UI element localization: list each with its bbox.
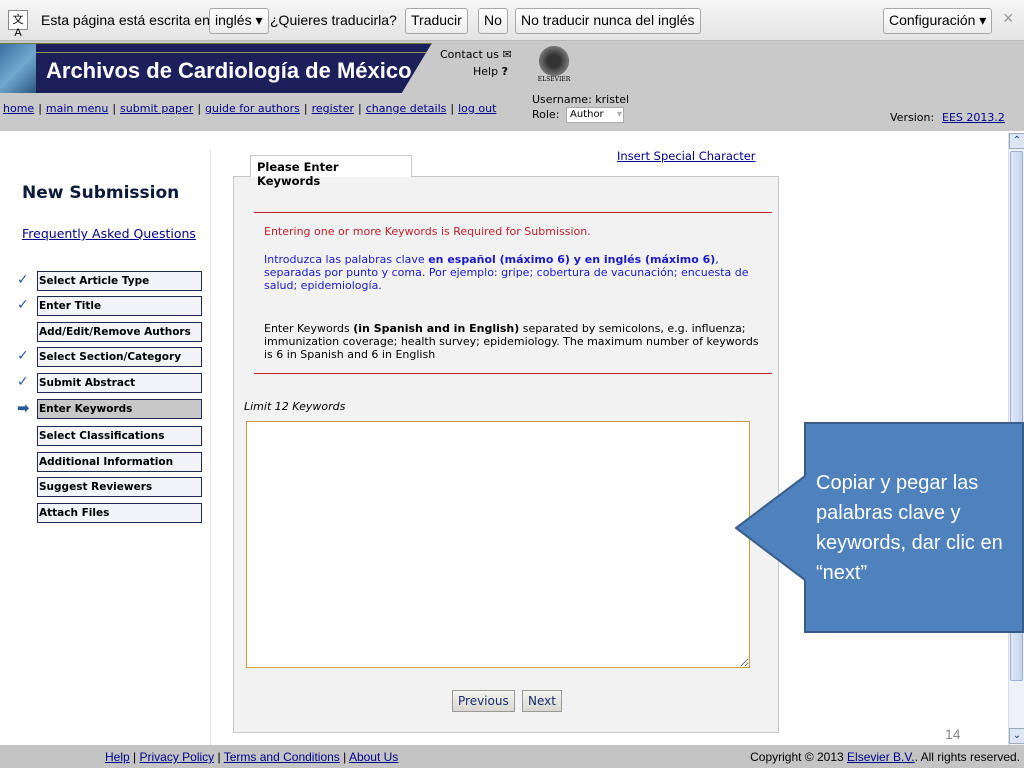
step-authors[interactable]: Add/Edit/Remove Authors xyxy=(37,322,202,342)
mail-icon: ✉ xyxy=(502,48,512,61)
footer: Help | Privacy Policy | Terms and Condit… xyxy=(0,745,1024,768)
divider xyxy=(254,212,772,213)
instructions-spanish: Introduzca las palabras clave en español… xyxy=(264,253,749,292)
role-label: Role: xyxy=(532,108,560,121)
instructions-english: Enter Keywords (in Spanish and in Englis… xyxy=(264,322,759,361)
journal-banner: Archivos de Cardiología de México xyxy=(0,43,432,93)
footer-privacy-link[interactable]: Privacy Policy xyxy=(139,750,214,764)
username: Username: kristel xyxy=(532,93,630,106)
nav-submit-paper[interactable]: submit paper xyxy=(120,102,193,115)
translate-button[interactable]: Traducir xyxy=(405,8,468,34)
no-button[interactable]: No xyxy=(478,8,508,34)
language-select[interactable]: inglés ▾ xyxy=(209,8,269,34)
step-section-category[interactable]: Select Section/Category xyxy=(37,347,202,367)
footer-links: Help | Privacy Policy | Terms and Condit… xyxy=(105,750,399,764)
tab-please-enter-keywords: Please Enter Keywords xyxy=(250,155,412,188)
check-icon: ✓ xyxy=(17,348,29,364)
elsevier-link[interactable]: Elsevier B.V. xyxy=(847,750,915,764)
chevron-down-icon: ▾ xyxy=(616,109,622,120)
footer-help-link[interactable]: Help xyxy=(105,750,130,764)
step-classifications[interactable]: Select Classifications xyxy=(37,426,202,446)
footer-terms-link[interactable]: Terms and Conditions xyxy=(224,750,340,764)
nav-register[interactable]: register xyxy=(312,102,354,115)
step-enter-keywords[interactable]: Enter Keywords xyxy=(37,399,202,419)
previous-button[interactable]: Previous xyxy=(452,690,515,712)
faq-link[interactable]: Frequently Asked Questions xyxy=(22,226,196,241)
site-header: Archivos de Cardiología de México Contac… xyxy=(0,41,1024,131)
contact-link[interactable]: Contact us ✉ xyxy=(440,48,512,61)
help-icon: ? xyxy=(501,65,508,78)
slide-number: 14 xyxy=(945,726,961,742)
nav-main-menu[interactable]: main menu xyxy=(46,102,108,115)
divider xyxy=(210,150,211,745)
settings-button[interactable]: Configuración ▾ xyxy=(883,8,993,34)
scroll-up-icon[interactable]: ⌃ xyxy=(1009,133,1024,149)
instruction-callout: Copiar y pegar las palabras clave y keyw… xyxy=(735,422,1024,634)
step-suggest-reviewers[interactable]: Suggest Reviewers xyxy=(37,477,202,497)
step-submit-abstract[interactable]: Submit Abstract xyxy=(37,373,202,393)
step-attach-files[interactable]: Attach Files xyxy=(37,503,202,523)
step-select-article-type[interactable]: Select Article Type xyxy=(37,271,202,291)
nav-home[interactable]: home xyxy=(3,102,34,115)
version-link[interactable]: EES 2013.2 xyxy=(942,111,1005,124)
check-icon: ✓ xyxy=(17,374,29,390)
divider xyxy=(254,373,772,374)
check-icon: ✓ xyxy=(17,297,29,313)
main-nav: home | main menu | submit paper | guide for au… xyxy=(3,102,497,115)
nav-log-out[interactable]: log out xyxy=(458,102,496,115)
elsevier-logo: ELSEVIER xyxy=(536,46,572,86)
step-enter-title[interactable]: Enter Title xyxy=(37,296,202,316)
tree-icon xyxy=(539,46,569,76)
journal-logo xyxy=(0,44,36,93)
role-select[interactable]: Author ▾ xyxy=(566,107,624,123)
translate-prefix: Esta página está escrita en xyxy=(41,12,210,28)
scroll-down-icon[interactable]: ⌄ xyxy=(1009,728,1024,744)
nav-guide-for-authors[interactable]: guide for authors xyxy=(205,102,300,115)
close-icon[interactable]: × xyxy=(1003,8,1014,29)
callout-text: Copiar y pegar las palabras clave y keyw… xyxy=(816,472,1003,584)
never-translate-button[interactable]: No traducir nunca del inglés xyxy=(515,8,701,34)
translate-bar: 文A Esta página está escrita en inglés ▾ … xyxy=(0,0,1024,41)
next-button[interactable]: Next xyxy=(522,690,562,712)
help-link[interactable]: Help ? xyxy=(473,65,508,78)
required-message: Entering one or more Keywords is Require… xyxy=(264,225,591,238)
insert-special-character-link[interactable]: Insert Special Character xyxy=(617,149,756,163)
journal-title: Archivos de Cardiología de México xyxy=(46,58,412,83)
limit-label: Limit 12 Keywords xyxy=(244,400,346,413)
copyright: Copyright © 2013 Elsevier B.V.. All righ… xyxy=(750,750,1020,764)
nav-change-details[interactable]: change details xyxy=(366,102,447,115)
page-title: New Submission xyxy=(22,183,180,203)
translate-question: ¿Quieres traducirla? xyxy=(270,12,397,28)
check-icon: ✓ xyxy=(17,272,29,288)
version-label: Version: xyxy=(890,111,935,124)
keywords-input[interactable] xyxy=(246,421,750,668)
footer-about-link[interactable]: About Us xyxy=(349,750,398,764)
step-additional-information[interactable]: Additional Information xyxy=(37,452,202,472)
translate-icon: 文A xyxy=(8,10,28,39)
arrow-right-icon: ➡ xyxy=(17,399,30,417)
